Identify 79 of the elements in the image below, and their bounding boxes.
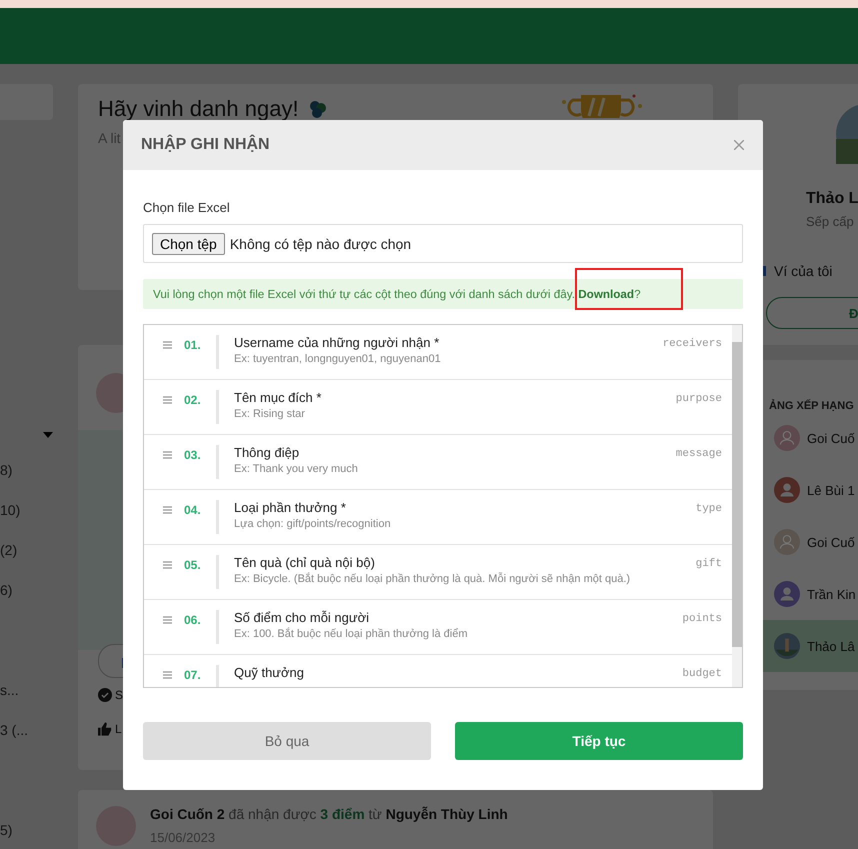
column-row[interactable]: 03. Thông điệp Ex: Thank you very much message: [144, 435, 732, 490]
cancel-button[interactable]: Bỏ qua: [143, 722, 431, 760]
close-icon[interactable]: [734, 140, 744, 150]
column-title: Loại phần thưởng *: [234, 500, 347, 515]
scrollbar[interactable]: [732, 325, 742, 687]
column-row[interactable]: 06. Số điểm cho mỗi người Ex: 100. Bắt buộc nếu loại phần thưởng là điểm points: [144, 600, 732, 655]
leaderboard-name: Goi Cuố: [807, 534, 855, 550]
leaderboard-name: Lê Bùi 1: [807, 482, 855, 498]
action-label[interactable]: L: [115, 722, 122, 736]
sidebar-item[interactable]: 10): [0, 490, 53, 530]
column-example: Ex: Thank you very much: [234, 463, 359, 475]
sidebar-item[interactable]: 8): [0, 450, 53, 490]
column-row[interactable]: 02. Tên mục đích * Ex: Rising star purpose: [144, 380, 732, 435]
column-key: message: [676, 448, 722, 460]
column-example: Ex: Bicycle. (Bắt buộc nếu loại phần thưởng là quà. Mỗi người sẽ nhận một quà.): [234, 573, 632, 585]
column-number: 05.: [184, 558, 202, 572]
column-row[interactable]: 04. Loại phần thưởng * Lựa chọn: gift/points/recognition type: [144, 490, 732, 545]
avatar-icon: [774, 477, 800, 503]
hero-title: Hãy vinh danh ngay!: [98, 96, 299, 122]
avatar-icon: [774, 633, 800, 659]
dialog-title: NHẬP GHI NHẬN: [141, 136, 270, 154]
field-label: Chọn file Excel: [143, 200, 231, 215]
outline-button[interactable]: Đ: [766, 297, 858, 329]
wallet-label[interactable]: Ví của tôi: [774, 263, 832, 279]
column-key: budget: [682, 668, 722, 680]
drag-handle-icon[interactable]: [163, 341, 172, 349]
column-number: 04.: [184, 503, 202, 517]
column-key: purpose: [676, 393, 722, 405]
leaderboard-name: Trần Kin: [807, 586, 856, 602]
column-number: 06.: [184, 613, 202, 627]
column-number: 07.: [184, 668, 202, 682]
sidebar-item[interactable]: 3 (...: [0, 710, 53, 750]
continue-button[interactable]: Tiếp tục: [455, 722, 743, 760]
leaderboard-title: ẢNG XẾP HẠNG: [768, 400, 854, 412]
caret-icon[interactable]: [43, 432, 53, 438]
feed-sentence: Goi Cuốn 2 đã nhận được 3 điểm từ Nguyễn Thùy Linh: [150, 806, 508, 822]
drag-handle-icon[interactable]: [163, 451, 172, 459]
column-example: Lựa chọn: gift/points/recognition: [234, 518, 392, 530]
sidebar-item[interactable]: 6): [0, 570, 53, 610]
action-label[interactable]: S: [115, 688, 124, 702]
avatar-icon: [774, 529, 800, 555]
download-link[interactable]: Download: [578, 288, 634, 300]
sidebar-item[interactable]: 5): [0, 810, 53, 849]
drag-handle-icon[interactable]: [163, 396, 172, 404]
column-title: Quỹ thưởng: [234, 665, 305, 680]
choose-file-button[interactable]: Chọn tệp: [152, 232, 225, 254]
column-key: type: [696, 503, 722, 515]
column-title: Tên quà (chỉ quà nội bộ): [234, 555, 376, 570]
column-key: receivers: [662, 338, 722, 350]
column-number: 01.: [184, 338, 202, 352]
column-title: Số điểm cho mỗi người: [234, 610, 370, 625]
notice-text: Vui lòng chọn một file Excel với thứ tự các cột theo đúng với danh sách dưới đây. Download?: [153, 288, 641, 300]
column-number: 03.: [184, 448, 202, 462]
column-title: Tên mục đích *: [234, 390, 322, 405]
avatar-icon: [774, 581, 800, 607]
thumbs-up-icon[interactable]: [98, 722, 112, 736]
column-title: Thông điệp: [234, 445, 300, 460]
sidebar-item[interactable]: (2): [0, 530, 53, 570]
column-title: Username của những người nhận *: [234, 335, 440, 350]
file-input[interactable]: Chọn tệp Không có tệp nào được chọn: [143, 224, 743, 263]
sidebar-item[interactable]: s...: [0, 670, 53, 710]
leaderboard-name: Goi Cuố: [807, 430, 855, 446]
drag-handle-icon[interactable]: [163, 671, 172, 679]
column-number: 02.: [184, 393, 202, 407]
column-example: Ex: Rising star: [234, 408, 306, 420]
column-row[interactable]: 05. Tên quà (chỉ quà nội bộ) Ex: Bicycle. (Bắt buộc nếu loại phần thưởng là quà. Mỗi người sẽ nhận một quà.) gift: [144, 545, 732, 600]
profile-name: Thảo L: [806, 190, 858, 208]
leaderboard-name: Thảo Lâ: [807, 638, 855, 654]
column-key: points: [682, 613, 722, 625]
check-circle-icon: [98, 688, 112, 702]
column-example: Ex: tuyentran, longnguyen01, nguyenan01: [234, 353, 442, 365]
drag-handle-icon[interactable]: [163, 506, 172, 514]
drag-handle-icon[interactable]: [163, 561, 172, 569]
column-key: gift: [696, 558, 722, 570]
drag-handle-icon[interactable]: [163, 616, 172, 624]
file-status: Không có tệp nào được chọn: [230, 236, 412, 252]
avatar-icon: [774, 425, 800, 451]
column-example: Ex: 100. Bắt buộc nếu loại phần thưởng là điểm: [234, 628, 469, 640]
column-row[interactable]: 01. Username của những người nhận * Ex: tuyentran, longnguyen01, nguyenan01 receivers: [144, 325, 732, 380]
